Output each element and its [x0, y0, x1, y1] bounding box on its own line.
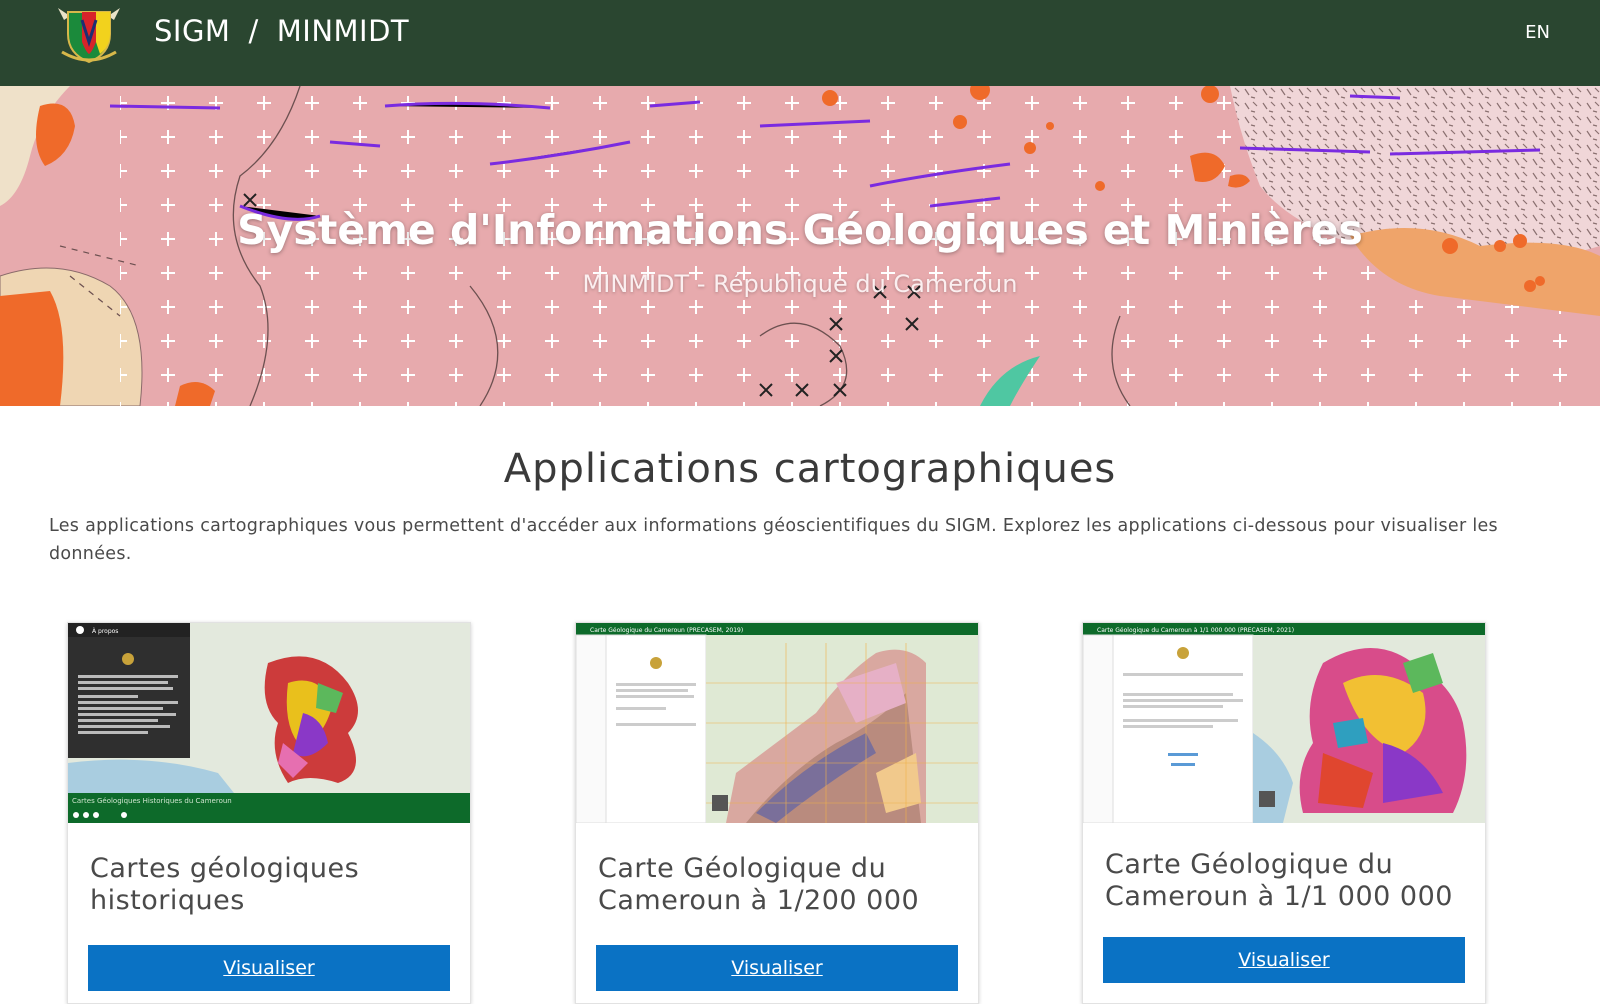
language-switch[interactable]: EN [1525, 22, 1550, 43]
app-card-map-200k: Carte Géologique du Cameroun (PRECASEM, … [575, 622, 979, 1004]
brand-minmidt: MINMIDT [276, 14, 410, 48]
visualiser-button[interactable]: Visualiser [88, 945, 450, 991]
visualiser-button[interactable]: Visualiser [1103, 937, 1465, 983]
brand-separator: / [248, 14, 259, 48]
section-title: Applications cartographiques [503, 446, 1117, 492]
thumb-header-text: Carte Géologique du Cameroun à 1/1 000 0… [1097, 627, 1294, 634]
card-title: Cartes géologiques historiques [90, 853, 360, 916]
thumb-panel-title: À propos [92, 628, 118, 635]
app-card-historical-maps: À propos Cartes Géologiques Historiques … [67, 622, 471, 1004]
thumb-footer-text: Cartes Géologiques Historiques du Camero… [72, 797, 232, 805]
card-title: Carte Géologique du Cameroun à 1/200 000 [598, 853, 920, 916]
card-title: Carte Géologique du Cameroun à 1/1 000 0… [1105, 849, 1453, 912]
hero-banner-geological-map: Système d'Informations Géologiques et Mi… [0, 86, 1600, 406]
top-navigation-bar: SIGM / MINMIDT EN [0, 0, 1600, 86]
thumb-header-text: Carte Géologique du Cameroun (PRECASEM, … [590, 627, 743, 634]
hero-subtitle: MINMIDT - République du Cameroun [582, 270, 1018, 298]
visualiser-button[interactable]: Visualiser [596, 945, 958, 991]
section-description: Les applications cartographiques vous pe… [49, 516, 1498, 564]
brand-sigm: SIGM [154, 14, 231, 48]
site-brand[interactable]: SIGM / MINMIDT [154, 14, 409, 48]
app-thumbnail-map-200k[interactable]: Carte Géologique du Cameroun (PRECASEM, … [576, 623, 978, 823]
app-thumbnail-map-1m[interactable]: Carte Géologique du Cameroun à 1/1 000 0… [1083, 623, 1485, 823]
app-card-map-1m: Carte Géologique du Cameroun à 1/1 000 0… [1082, 622, 1486, 1004]
cameroon-coat-of-arms-logo[interactable] [52, 2, 126, 64]
hero-title: Système d'Informations Géologiques et Mi… [237, 206, 1363, 254]
app-thumbnail-historical-maps[interactable]: À propos Cartes Géologiques Historiques … [68, 623, 470, 823]
